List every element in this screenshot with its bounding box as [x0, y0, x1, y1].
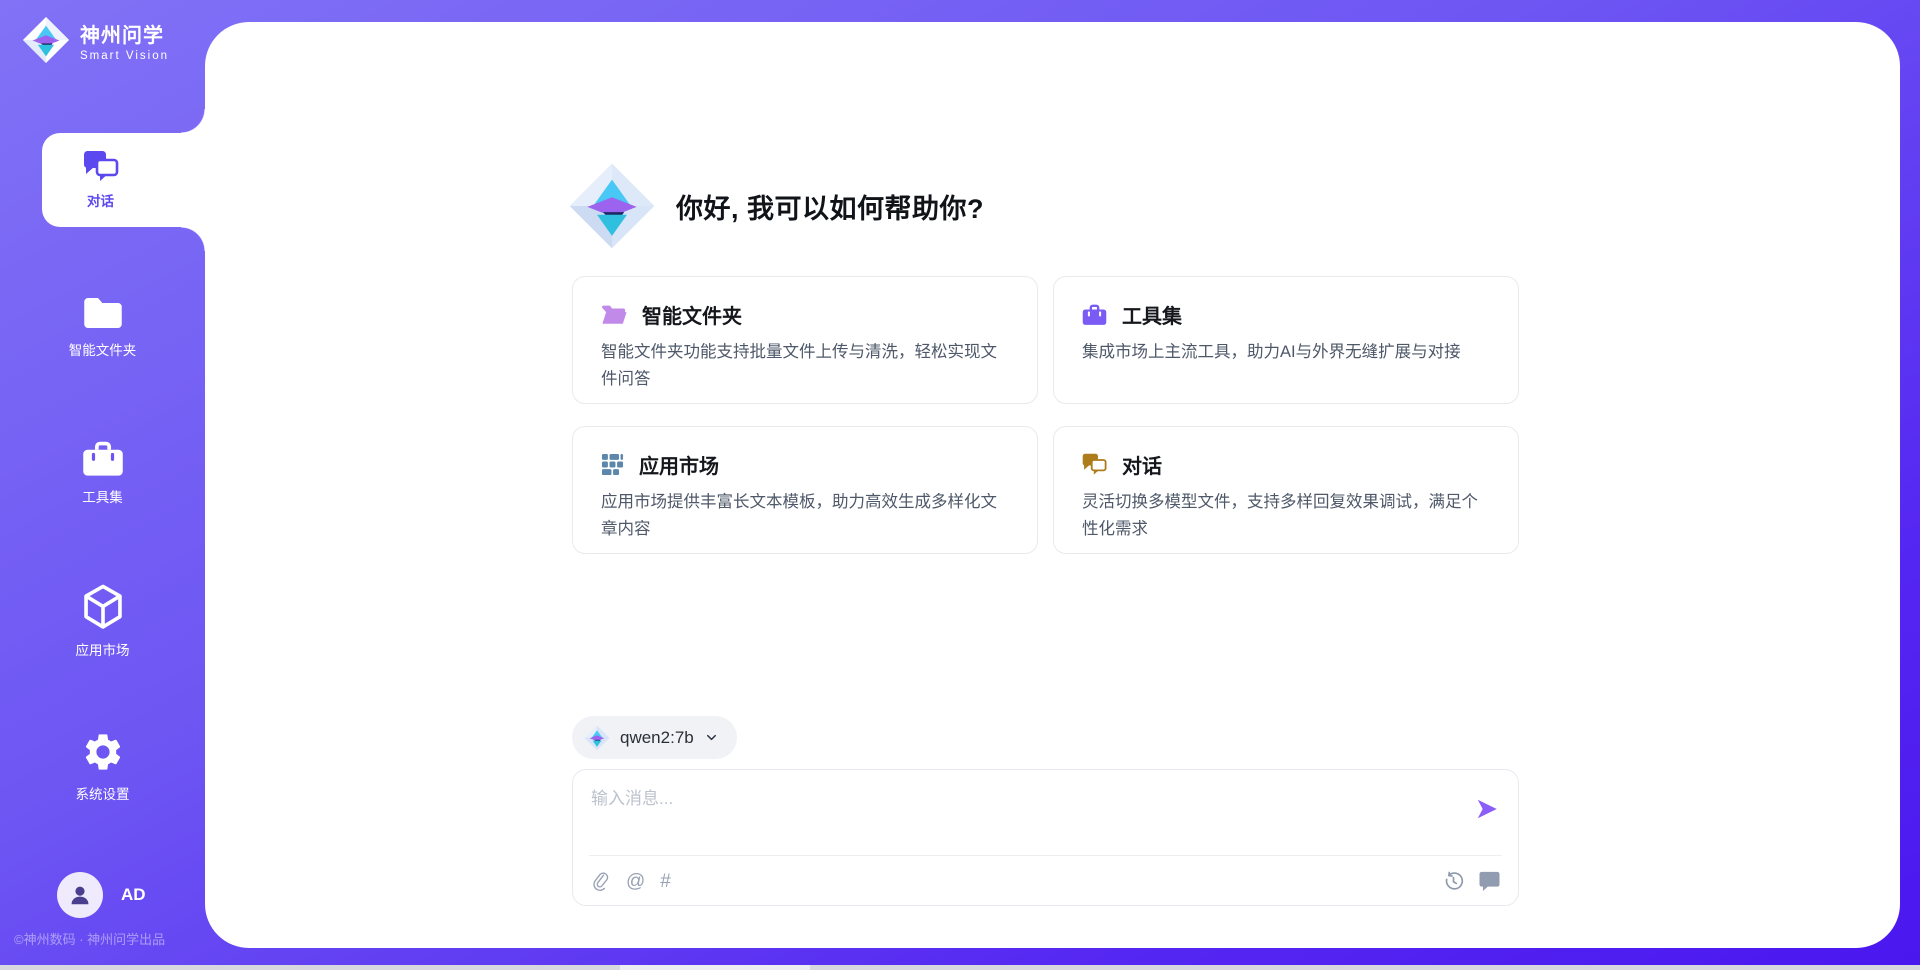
sidebar-item-smart-folder[interactable]: 智能文件夹 — [0, 296, 205, 359]
cube-icon — [82, 584, 124, 630]
user-profile[interactable]: AD — [57, 872, 146, 918]
composer-toolbar: @ # — [591, 865, 1500, 897]
scrollbar-thumb[interactable] — [620, 965, 810, 970]
main-content: 你好, 我可以如何帮助你? 智能文件夹 智能文件夹功能支持批量文件上传与清洗，轻… — [572, 22, 1519, 948]
comment-icon — [1479, 871, 1500, 891]
brand-diamond-icon — [22, 16, 70, 64]
card-description: 灵活切换多模型文件，支持多样回复效果调试，满足个性化需求 — [1082, 489, 1490, 542]
message-composer: @ # — [572, 769, 1519, 906]
brand-name: 神州问学 — [80, 19, 169, 48]
sidebar-item-label: 系统设置 — [76, 783, 130, 803]
briefcase-icon — [1082, 304, 1107, 326]
app-root: 神州问学 Smart Vision 对话 智能文件夹 — [0, 0, 1920, 970]
card-head: 应用市场 — [601, 450, 1009, 479]
composer-divider — [589, 855, 1502, 856]
folder-open-icon — [601, 304, 627, 325]
comment-button[interactable] — [1479, 871, 1500, 891]
card-title: 智能文件夹 — [642, 300, 742, 329]
sidebar-footer: ©神州数码 · 神州问学出品 — [14, 929, 165, 948]
panel-overlay: 你好, 我可以如何帮助你? 智能文件夹 智能文件夹功能支持批量文件上传与清洗，轻… — [205, 22, 1900, 948]
card-description: 集成市场上主流工具，助力AI与外界无缝扩展与对接 — [1082, 339, 1490, 366]
avatar — [57, 872, 103, 918]
card-title: 应用市场 — [639, 450, 719, 479]
model-diamond-icon — [584, 725, 610, 751]
message-input[interactable] — [591, 784, 1451, 846]
paperclip-icon — [591, 870, 611, 892]
sidebar-item-label: 工具集 — [82, 486, 123, 506]
briefcase-icon — [82, 441, 124, 477]
sidebar-item-label: 对话 — [87, 190, 114, 210]
toolbar-left: @ # — [591, 870, 671, 892]
history-button[interactable] — [1443, 871, 1464, 892]
sidebar-item-settings[interactable]: 系统设置 — [0, 730, 205, 803]
brand-logo: 神州问学 Smart Vision — [22, 16, 169, 64]
card-app-market[interactable]: 应用市场 应用市场提供丰富长文本模板，助力高效生成多样化文章内容 — [572, 426, 1038, 554]
sidebar-item-toolset[interactable]: 工具集 — [0, 441, 205, 506]
sidebar-item-label: 应用市场 — [76, 639, 130, 659]
attach-button[interactable] — [591, 870, 611, 892]
sidebar-item-chat[interactable]: 对话 — [42, 133, 205, 227]
toolbar-right — [1443, 871, 1500, 892]
card-title: 对话 — [1122, 450, 1162, 479]
brand-subtitle: Smart Vision — [80, 50, 169, 62]
card-smart-folder[interactable]: 智能文件夹 智能文件夹功能支持批量文件上传与清洗，轻松实现文件问答 — [572, 276, 1038, 404]
mention-button[interactable]: @ — [626, 872, 645, 891]
sidebar-item-label: 智能文件夹 — [69, 339, 137, 359]
card-description: 智能文件夹功能支持批量文件上传与清洗，轻松实现文件问答 — [601, 339, 1009, 392]
sidebar-item-app-market[interactable]: 应用市场 — [0, 584, 205, 659]
card-chat[interactable]: 对话 灵活切换多模型文件，支持多样回复效果调试，满足个性化需求 — [1053, 426, 1519, 554]
hash-icon: # — [660, 872, 671, 891]
assistant-diamond-icon — [568, 162, 656, 250]
card-description: 应用市场提供丰富长文本模板，助力高效生成多样化文章内容 — [601, 489, 1009, 542]
grid-icon — [601, 453, 624, 476]
chat-bubbles-icon — [1082, 453, 1107, 476]
person-icon — [67, 882, 93, 908]
folder-icon — [83, 296, 123, 330]
card-head: 智能文件夹 — [601, 300, 1009, 329]
send-button[interactable] — [1474, 796, 1500, 822]
tab-curve-top — [181, 109, 205, 133]
card-head: 工具集 — [1082, 300, 1490, 329]
tab-curve-bottom — [181, 227, 205, 251]
chevron-down-icon — [704, 730, 719, 745]
card-title: 工具集 — [1122, 300, 1182, 329]
brand-text: 神州问学 Smart Vision — [80, 19, 169, 62]
gear-icon — [81, 730, 125, 774]
card-head: 对话 — [1082, 450, 1490, 479]
model-selector[interactable]: qwen2:7b — [572, 716, 737, 759]
user-initials: AD — [121, 885, 146, 905]
greeting: 你好, 我可以如何帮助你? — [568, 162, 984, 250]
feature-cards: 智能文件夹 智能文件夹功能支持批量文件上传与清洗，轻松实现文件问答 工具集 — [572, 276, 1519, 554]
model-name: qwen2:7b — [620, 728, 694, 748]
horizontal-scrollbar[interactable] — [0, 965, 1920, 970]
at-icon: @ — [626, 872, 645, 891]
clock-history-icon — [1443, 871, 1464, 892]
topic-button[interactable]: # — [660, 872, 671, 891]
greeting-title: 你好, 我可以如何帮助你? — [676, 187, 984, 226]
sidebar: 神州问学 Smart Vision 对话 智能文件夹 — [0, 0, 205, 970]
send-icon — [1474, 796, 1500, 822]
card-toolset[interactable]: 工具集 集成市场上主流工具，助力AI与外界无缝扩展与对接 — [1053, 276, 1519, 404]
chat-bubbles-icon — [83, 150, 119, 183]
